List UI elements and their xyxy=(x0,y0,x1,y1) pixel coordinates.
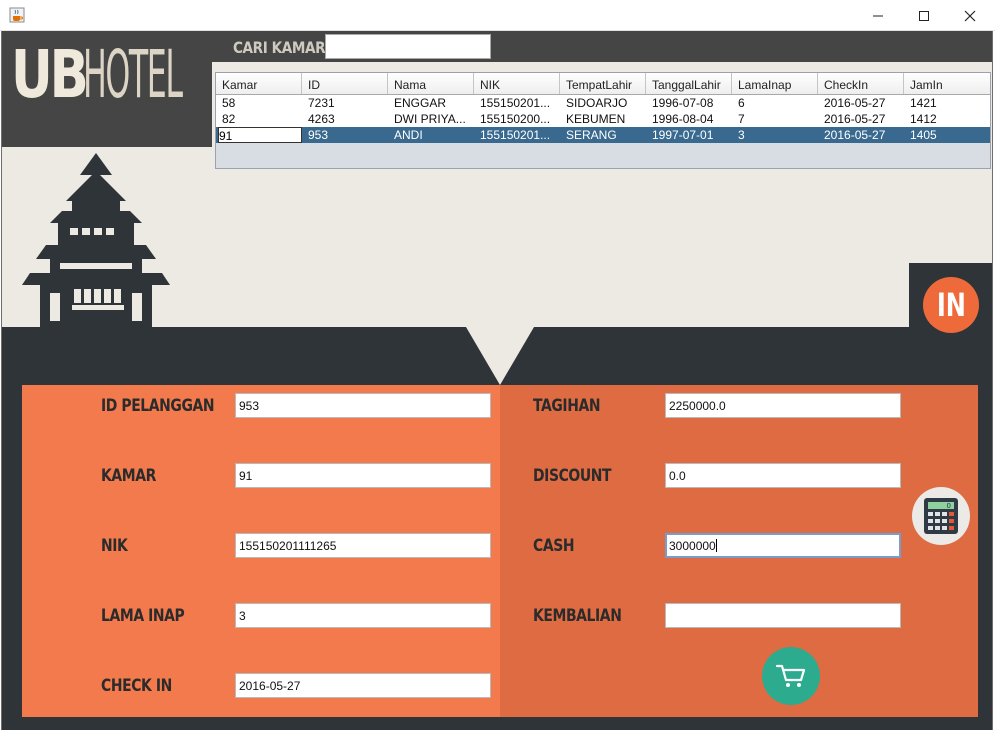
kembalian-label: KEMBALIAN xyxy=(533,606,622,626)
nik-label: NIK xyxy=(101,536,128,556)
cash-field[interactable]: 3000000 xyxy=(665,533,901,558)
lama-inap-field[interactable]: 3 xyxy=(235,603,491,628)
maximize-icon xyxy=(919,10,929,21)
pointer-notch xyxy=(466,327,534,385)
calculator-icon: 0 xyxy=(924,498,958,534)
check-in-field[interactable]: 2016-05-27 xyxy=(235,673,491,698)
logo-block: UB HOTEL xyxy=(2,31,212,147)
table-cell-focused[interactable]: 91 xyxy=(218,127,302,143)
search-label: CARI KAMAR xyxy=(233,38,326,57)
text-caret xyxy=(715,539,717,552)
table-cell[interactable]: 1412 xyxy=(904,111,990,127)
table-cell[interactable]: 953 xyxy=(302,127,388,143)
column-header[interactable]: TanggalLahir xyxy=(646,73,732,94)
close-button[interactable] xyxy=(947,0,993,31)
table-cell[interactable]: 82 xyxy=(216,111,302,127)
column-header[interactable]: JamIn xyxy=(904,73,990,94)
table-cell[interactable]: ANDI xyxy=(388,127,474,143)
table-cell[interactable]: 1996-08-04 xyxy=(646,111,732,127)
shopping-cart-icon xyxy=(776,664,806,687)
calculator-display: 0 xyxy=(947,502,951,510)
column-header[interactable]: ID xyxy=(302,73,388,94)
table-cell[interactable]: 58 xyxy=(216,95,302,111)
table-cell[interactable]: 2016-05-27 xyxy=(818,111,904,127)
column-header[interactable]: NIK xyxy=(474,73,560,94)
table-row[interactable]: 82 4263 DWI PRIYA... 155150200... KEBUME… xyxy=(216,111,990,127)
lama-inap-label: LAMA INAP xyxy=(101,606,185,626)
pagoda-building-icon xyxy=(22,153,170,331)
table-cell[interactable]: 155150201... xyxy=(474,95,560,111)
table-cell[interactable]: ENGGAR xyxy=(388,95,474,111)
guest-table[interactable]: Kamar ID Nama NIK TempatLahir TanggalLah… xyxy=(215,72,991,169)
table-header: Kamar ID Nama NIK TempatLahir TanggalLah… xyxy=(216,73,990,95)
tagihan-field[interactable]: 2250000.0 xyxy=(665,393,901,418)
discount-label: DISCOUNT xyxy=(533,466,612,486)
table-cell[interactable]: 1997-07-01 xyxy=(646,127,732,143)
nik-field[interactable]: 155150201111265 xyxy=(235,533,491,558)
check-in-label: CHECK IN xyxy=(101,676,172,696)
table-cell[interactable]: 6 xyxy=(732,95,818,111)
calculate-button[interactable]: 0 xyxy=(912,487,970,545)
tagihan-label: TAGIHAN xyxy=(533,396,601,416)
minimize-icon xyxy=(873,15,883,16)
close-icon xyxy=(964,10,976,21)
table-cell[interactable]: 7231 xyxy=(302,95,388,111)
column-header[interactable]: Kamar xyxy=(216,73,302,94)
table-cell[interactable]: 1421 xyxy=(904,95,990,111)
java-cup-icon xyxy=(9,7,25,23)
table-cell[interactable]: 3 xyxy=(732,127,818,143)
id-pelanggan-label: ID PELANGGAN xyxy=(101,396,215,416)
table-cell[interactable]: 155150200... xyxy=(474,111,560,127)
table-cell[interactable]: 7 xyxy=(732,111,818,127)
checkin-badge[interactable]: IN xyxy=(923,277,979,333)
minimize-button[interactable] xyxy=(855,0,901,31)
logo-hotel-text: HOTEL xyxy=(83,36,183,113)
table-row-selected[interactable]: 91 953 ANDI 155150201... SERANG 1997-07-… xyxy=(216,127,990,143)
column-header[interactable]: LamaInap xyxy=(732,73,818,94)
table-cell[interactable]: SIDOARJO xyxy=(560,95,646,111)
table-cell[interactable]: KEBUMEN xyxy=(560,111,646,127)
column-header[interactable]: TempatLahir xyxy=(560,73,646,94)
kamar-label: KAMAR xyxy=(101,466,156,486)
table-row[interactable]: 58 7231 ENGGAR 155150201... SIDOARJO 199… xyxy=(216,95,990,111)
table-cell[interactable]: 155150201... xyxy=(474,127,560,143)
table-cell[interactable]: 1405 xyxy=(904,127,990,143)
column-header[interactable]: Nama xyxy=(388,73,474,94)
table-cell[interactable]: SERANG xyxy=(560,127,646,143)
window-titlebar xyxy=(0,0,995,31)
maximize-button[interactable] xyxy=(901,0,947,31)
app-content: UB HOTEL CARI KAMAR Kamar ID Nama NIK Te… xyxy=(1,31,993,730)
table-cell[interactable]: DWI PRIYA... xyxy=(388,111,474,127)
kembalian-field[interactable] xyxy=(665,603,901,628)
discount-field[interactable]: 0.0 xyxy=(665,463,901,488)
table-cell[interactable]: 4263 xyxy=(302,111,388,127)
logo-ub-text: UB xyxy=(11,36,89,113)
kamar-field[interactable]: 91 xyxy=(235,463,491,488)
id-pelanggan-field[interactable]: 953 xyxy=(235,393,491,418)
checkin-badge-text: IN xyxy=(936,286,966,324)
cash-label: CASH xyxy=(533,536,575,556)
checkout-cart-button[interactable] xyxy=(762,647,820,705)
cash-field-value: 3000000 xyxy=(669,539,716,553)
table-cell[interactable]: 2016-05-27 xyxy=(818,127,904,143)
table-cell[interactable]: 1996-07-08 xyxy=(646,95,732,111)
table-cell[interactable]: 2016-05-27 xyxy=(818,95,904,111)
column-header[interactable]: CheckIn xyxy=(818,73,904,94)
search-input[interactable] xyxy=(325,34,491,59)
